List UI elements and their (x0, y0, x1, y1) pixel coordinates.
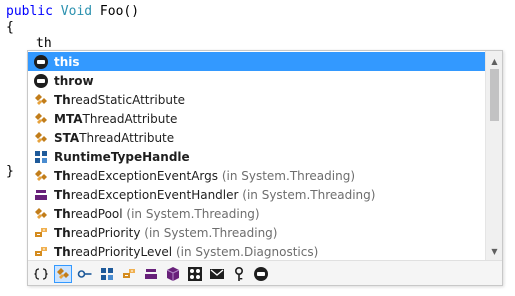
completion-item-rest: readPool (70, 206, 123, 221)
completion-item-rest: readPriorityLevel (70, 244, 173, 259)
completion-item-match: RuntimeTypeHandle (54, 149, 190, 164)
completion-item[interactable]: ThreadStaticAttribute (28, 90, 485, 109)
completion-scrollbar[interactable]: ▲ ▼ (485, 51, 502, 260)
completion-item-label: ThreadPriority (in System.Threading) (54, 226, 277, 240)
completion-item-match: throw (54, 73, 94, 88)
scroll-down-button[interactable]: ▼ (486, 243, 503, 259)
class-icon (33, 92, 49, 108)
completion-item[interactable]: ThreadPriority (in System.Threading) (28, 223, 485, 242)
completion-item-label: ThreadExceptionEventArgs (in System.Thre… (54, 169, 355, 183)
completion-item-match: Th (54, 206, 71, 221)
filter-button-interface[interactable] (76, 265, 94, 283)
keyword-icon (33, 73, 49, 89)
filter-button-enum-filter[interactable] (120, 265, 138, 283)
code-keyword-public: public (6, 4, 53, 19)
completion-item[interactable]: throw (28, 71, 485, 90)
completion-item-match: Th (54, 168, 71, 183)
completion-item-label: ThreadPool (in System.Threading) (54, 207, 260, 221)
code-line-1: public Void Foo() (6, 4, 139, 20)
completion-item-label: STAThreadAttribute (54, 131, 174, 145)
completion-item-match: this (54, 54, 80, 69)
completion-item-label: RuntimeTypeHandle (54, 150, 190, 164)
completion-item-match: MTA (54, 111, 83, 126)
enum-icon (33, 225, 49, 241)
completion-list[interactable]: this throw ThreadStaticAttribute MTAThreadA… (28, 51, 485, 260)
completion-item[interactable]: STAThreadAttribute (28, 128, 485, 147)
key-icon (231, 266, 247, 282)
class-filter-icon (55, 266, 71, 282)
class-icon (33, 111, 49, 127)
completion-item-namespace-hint: (in System.Threading) (238, 187, 376, 202)
module-icon (165, 266, 181, 282)
interface-icon (77, 266, 93, 282)
member-icon (187, 266, 203, 282)
completion-item[interactable]: this (28, 52, 485, 71)
completion-item-match: Th (54, 225, 71, 240)
completion-filter-bar (28, 260, 502, 285)
filter-button-module[interactable] (164, 265, 182, 283)
class-icon (33, 130, 49, 146)
filter-button-member[interactable] (186, 265, 204, 283)
completion-item-match: Th (54, 187, 71, 202)
completion-item[interactable]: RuntimeTypeHandle (28, 147, 485, 166)
keyword-icon (33, 54, 49, 70)
event-icon (209, 266, 225, 282)
completion-item-rest: ThreadAttribute (82, 111, 178, 126)
scroll-thumb[interactable] (490, 69, 499, 121)
keyword-filter-icon (253, 266, 269, 282)
completion-item-namespace-hint: (in System.Threading) (140, 225, 278, 240)
enum-icon (33, 244, 49, 260)
code-line-closing-brace: } (6, 164, 14, 179)
delegate-filter-icon (143, 266, 159, 282)
code-type-void: Void (60, 4, 93, 19)
struct-icon (33, 149, 49, 165)
completion-item[interactable]: ThreadPool (in System.Threading) (28, 204, 485, 223)
filter-button-event[interactable] (208, 265, 226, 283)
code-line-2: { (6, 20, 14, 35)
delegate-icon (33, 187, 49, 203)
completion-item[interactable]: ThreadExceptionEventArgs (in System.Thre… (28, 166, 485, 185)
completion-item-namespace-hint: (in System.Diagnostics) (172, 244, 319, 259)
struct-filter-icon (99, 266, 115, 282)
completion-item-namespace-hint: (in System.Threading) (218, 168, 356, 183)
scroll-up-button[interactable]: ▲ (486, 53, 503, 69)
completion-item-label: ThreadExceptionEventHandler (in System.T… (54, 188, 375, 202)
filter-button-struct-filter[interactable] (98, 265, 116, 283)
completion-item-match: Th (54, 244, 71, 259)
filter-button-key[interactable] (230, 265, 248, 283)
completion-item[interactable]: ThreadExceptionEventHandler (in System.T… (28, 185, 485, 204)
enum-filter-icon (121, 266, 137, 282)
completion-popup[interactable]: this throw ThreadStaticAttribute MTAThreadA… (27, 50, 503, 286)
completion-item-rest: readExceptionEventHandler (70, 187, 239, 202)
completion-item-label: this (54, 55, 80, 69)
completion-item[interactable]: ThreadPriorityLevel (in System.Diagnosti… (28, 242, 485, 261)
filter-button-keyword-filter[interactable] (252, 265, 270, 283)
completion-item-rest: readStaticAttribute (70, 92, 186, 107)
filter-button-class-filter[interactable] (54, 265, 72, 283)
completion-item-match: STA (54, 130, 80, 145)
filter-button-delegate-filter[interactable] (142, 265, 160, 283)
completion-item-label: ThreadStaticAttribute (54, 93, 185, 107)
completion-item-rest: ThreadAttribute (79, 130, 175, 145)
class-icon (33, 168, 49, 184)
completion-item-rest: readExceptionEventArgs (70, 168, 218, 183)
completion-item-namespace-hint: (in System.Threading) (122, 206, 260, 221)
completion-item-label: ThreadPriorityLevel (in System.Diagnosti… (54, 245, 318, 259)
code-method-signature: Foo() (92, 4, 140, 19)
namespace-icon (33, 266, 49, 282)
completion-item-label: MTAThreadAttribute (54, 112, 177, 126)
completion-item-label: throw (54, 74, 94, 88)
class-icon (33, 206, 49, 222)
completion-item-match: Th (54, 92, 71, 107)
completion-item-rest: readPriority (70, 225, 141, 240)
filter-button-namespace[interactable] (32, 265, 50, 283)
completion-item[interactable]: MTAThreadAttribute (28, 109, 485, 128)
